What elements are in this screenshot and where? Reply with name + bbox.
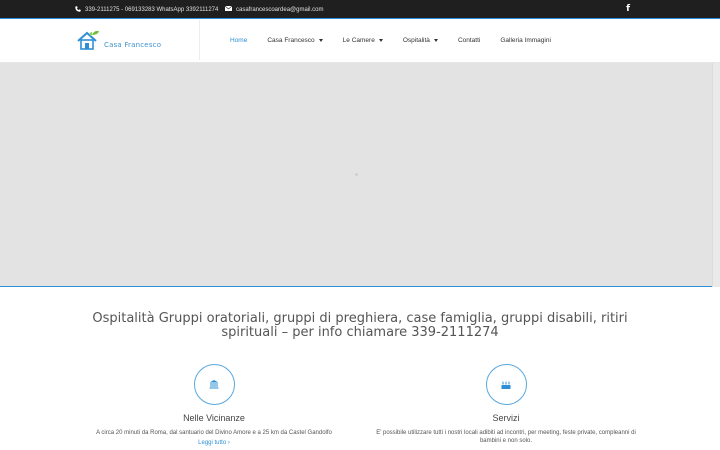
feature-servizi: Servizi E' possibile utilizzare tutti i … bbox=[356, 364, 656, 445]
email-text[interactable]: casafrancescoardea@gmail.com bbox=[236, 7, 323, 13]
nav-label: Galleria Immagini bbox=[500, 37, 551, 44]
feature-description: E' possibile utilizzare tutti i nostri l… bbox=[376, 430, 636, 444]
site-logo[interactable]: Casa Francesco bbox=[76, 29, 161, 51]
feature-title: Servizi bbox=[492, 413, 520, 423]
logo-text: Casa Francesco bbox=[104, 41, 162, 49]
nav-label: Casa Francesco bbox=[267, 37, 315, 44]
nav-item-galleria-immagini[interactable]: Galleria Immagini bbox=[500, 37, 551, 44]
phone-icon bbox=[75, 6, 81, 14]
phone-info: 339-2111275 - 069133283 WhatsApp 3392111… bbox=[75, 6, 218, 14]
site-header: Casa Francesco Home Casa Francesco Le Ca… bbox=[0, 20, 720, 63]
caret-down-icon bbox=[433, 39, 438, 42]
header-divider bbox=[199, 20, 200, 60]
nav-item-le-camere[interactable]: Le Camere bbox=[343, 37, 383, 44]
caret-down-icon bbox=[378, 39, 383, 42]
top-bar: 339-2111275 - 069133283 WhatsApp 3392111… bbox=[0, 0, 720, 19]
nav-item-casa-francesco[interactable]: Casa Francesco bbox=[267, 37, 323, 44]
feature-description: A circa 20 minuti da Roma, dal santuario… bbox=[96, 430, 332, 436]
nav-label: Home bbox=[230, 37, 248, 44]
main-nav: Home Casa Francesco Le Camere Ospitalità… bbox=[220, 37, 561, 44]
nav-label: Le Camere bbox=[342, 37, 375, 44]
page-headline: Ospitalità Gruppi oratoriali, gruppi di … bbox=[92, 311, 628, 340]
nav-item-home[interactable]: Home bbox=[230, 37, 247, 44]
nav-label: Ospitalità bbox=[402, 37, 430, 44]
envelope-icon bbox=[224, 5, 233, 13]
nav-label: Contatti bbox=[457, 37, 481, 44]
page-scrollbar[interactable] bbox=[712, 63, 720, 287]
nav-item-contatti[interactable]: Contatti bbox=[458, 37, 480, 44]
phone-text: 339-2111275 - 069133283 WhatsApp 3392111… bbox=[85, 7, 219, 13]
read-more-link[interactable]: Leggi tutto › bbox=[64, 440, 364, 446]
nav-item-ospitalita[interactable]: Ospitalità bbox=[403, 37, 438, 44]
email-info[interactable]: casafrancescoardea@gmail.com bbox=[224, 5, 323, 13]
birthday-cake-icon bbox=[485, 364, 527, 405]
feature-title: Nelle Vicinanze bbox=[183, 413, 245, 423]
slider-loading-dot bbox=[355, 173, 358, 176]
facebook-icon[interactable]: f bbox=[626, 4, 630, 14]
hero-slider[interactable] bbox=[0, 63, 720, 287]
caret-down-icon bbox=[318, 39, 323, 42]
house-logo-icon bbox=[77, 30, 99, 50]
feature-nelle-vicinanze: Nelle Vicinanze A circa 20 minuti da Rom… bbox=[64, 364, 364, 446]
bank-icon bbox=[193, 364, 235, 405]
